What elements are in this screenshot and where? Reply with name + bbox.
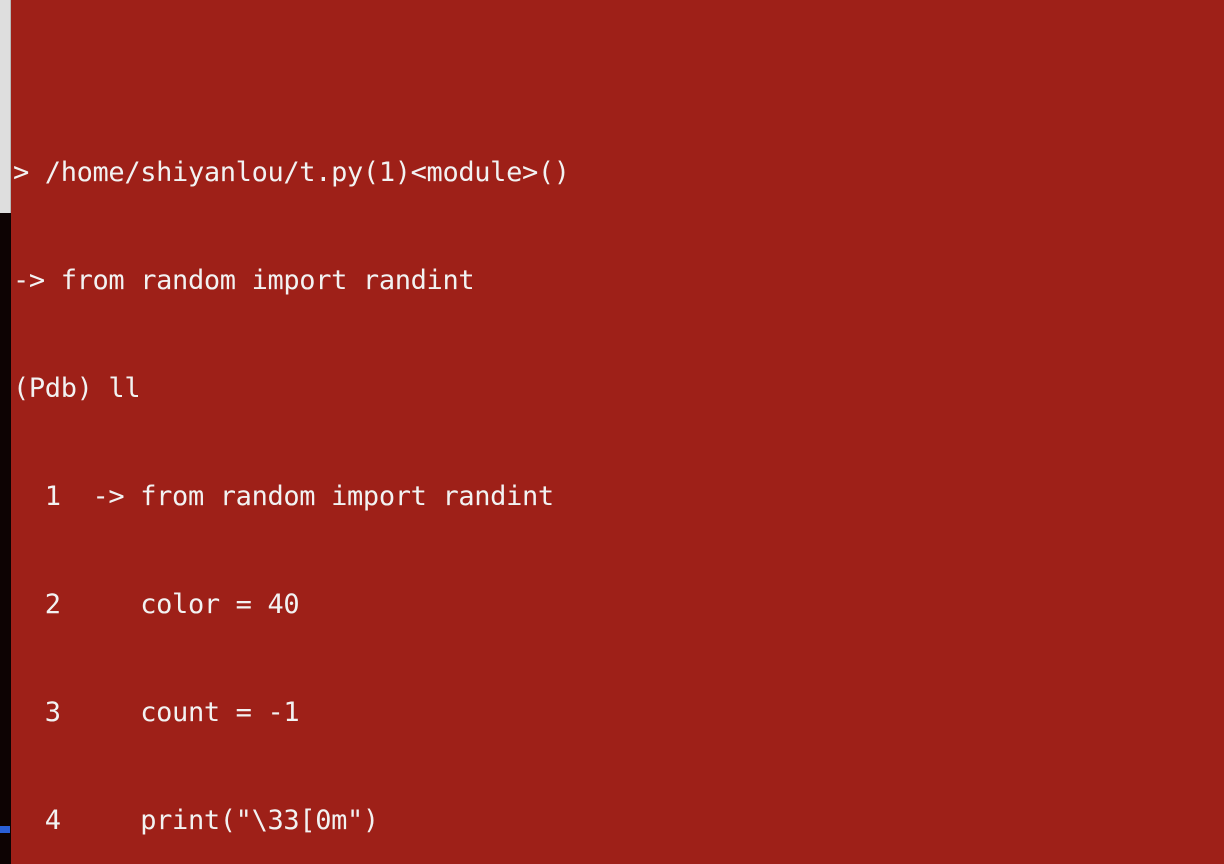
terminal-line-stop-location: > /home/shiyanlou/t.py(1)<module>() [13, 157, 570, 188]
terminal-line-stop-source: -> from random import randint [13, 265, 475, 296]
source-line-1: 1 -> from random import randint [13, 481, 554, 512]
source-line-4: 4 print("\33[0m") [13, 805, 379, 836]
scrollbar-trough[interactable] [0, 213, 11, 864]
terminal-line-clipped [11, 47, 1224, 83]
terminal-line-command-ll: (Pdb) ll [13, 373, 141, 404]
terminal-output[interactable]: > /home/shiyanlou/t.py(1)<module>() -> f… [11, 0, 1224, 864]
terminal-window[interactable]: > /home/shiyanlou/t.py(1)<module>() -> f… [0, 0, 1224, 864]
scrollbar-thumb[interactable] [0, 0, 11, 213]
source-line-2: 2 color = 40 [13, 589, 300, 620]
source-line-3: 3 count = -1 [13, 697, 300, 728]
breakpoint-marker-icon [0, 826, 10, 833]
